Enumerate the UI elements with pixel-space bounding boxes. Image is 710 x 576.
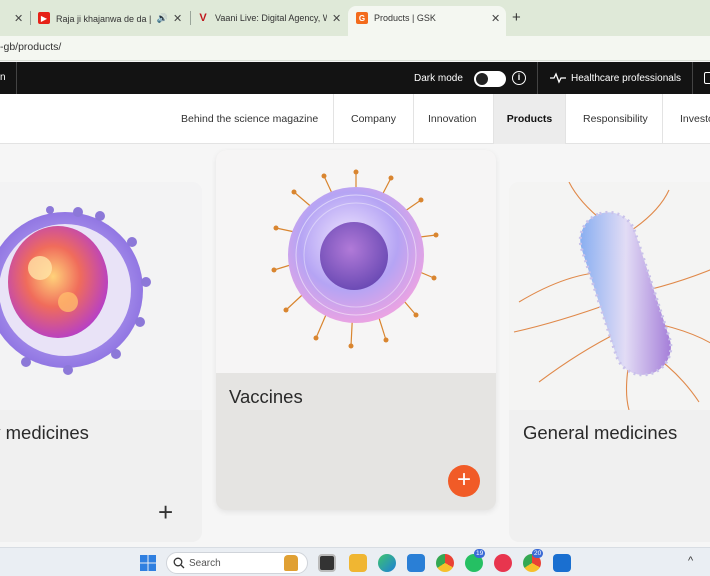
browser-tab-strip: ✕ ▶ Raja ji khajanwa de da | राज 🔊 ✕ V V… bbox=[0, 0, 710, 36]
url-text[interactable]: -gb/products/ bbox=[0, 41, 61, 53]
product-card-vaccines[interactable]: Vaccines bbox=[216, 150, 496, 510]
system-tray-chevron-icon[interactable]: ^ bbox=[688, 555, 693, 567]
tab-separator bbox=[190, 11, 191, 25]
edge-browser-icon[interactable] bbox=[378, 554, 396, 572]
outlook-icon[interactable] bbox=[553, 554, 571, 572]
os-taskbar: Search 19 20 ^ bbox=[0, 547, 710, 576]
tab-products-gsk[interactable]: G Products | GSK bbox=[356, 7, 486, 29]
info-icon[interactable]: i bbox=[512, 71, 526, 85]
cell-illustration-image bbox=[216, 150, 496, 373]
chrome-icon[interactable] bbox=[436, 554, 454, 572]
gsk-favicon-icon: G bbox=[356, 12, 368, 24]
tab-raja-ji[interactable]: ▶ Raja ji khajanwa de da | राज 🔊 bbox=[38, 7, 168, 29]
external-link-icon[interactable] bbox=[704, 72, 710, 84]
notification-badge: 19 bbox=[474, 549, 486, 558]
divider bbox=[692, 62, 693, 94]
products-carousel: cy medicines + bbox=[0, 145, 710, 547]
youtube-icon: ▶ bbox=[38, 12, 50, 24]
dark-mode-toggle[interactable] bbox=[474, 71, 506, 87]
dark-mode-label: Dark mode bbox=[414, 73, 463, 84]
utility-text-fragment[interactable]: n bbox=[0, 72, 6, 83]
pulse-icon bbox=[550, 72, 566, 84]
nav-divider bbox=[565, 94, 566, 144]
audio-icon[interactable]: 🔊 bbox=[157, 13, 168, 24]
tab-vaani-live[interactable]: V Vaani Live: Digital Agency, Web bbox=[197, 7, 327, 29]
nav-products[interactable]: Products bbox=[494, 94, 565, 144]
product-card-specialty[interactable]: cy medicines bbox=[0, 182, 202, 542]
main-navigation: Behind the science magazine Company Inno… bbox=[0, 94, 710, 144]
toggle-knob bbox=[476, 73, 488, 85]
nav-innovation[interactable]: Innovation bbox=[428, 94, 476, 144]
nav-divider bbox=[333, 94, 334, 144]
healthcare-professionals-link[interactable]: Healthcare professionals bbox=[571, 73, 681, 84]
nav-company[interactable]: Company bbox=[351, 94, 396, 144]
taskbar-search[interactable]: Search bbox=[166, 552, 308, 574]
search-highlight-icon bbox=[284, 555, 298, 571]
notification-badge: 20 bbox=[532, 549, 544, 558]
card-title: Vaccines bbox=[229, 386, 303, 407]
windows-start-icon[interactable] bbox=[140, 555, 156, 571]
new-tab-button[interactable]: + bbox=[512, 9, 521, 26]
nav-behind-the-science[interactable]: Behind the science magazine bbox=[181, 94, 318, 144]
file-explorer-icon[interactable] bbox=[349, 554, 367, 572]
virus-illustration-image bbox=[0, 182, 202, 410]
tab-title: Raja ji khajanwa de da | राज bbox=[56, 13, 153, 24]
tab-title: Vaani Live: Digital Agency, Web bbox=[215, 13, 327, 23]
nav-investors[interactable]: Investo bbox=[680, 94, 710, 144]
nav-divider bbox=[413, 94, 414, 144]
card-title: cy medicines bbox=[0, 422, 89, 443]
expand-plus-button[interactable]: + bbox=[448, 465, 480, 497]
nav-divider bbox=[662, 94, 663, 144]
vscode-icon[interactable] bbox=[407, 554, 425, 572]
card-title: General medicines bbox=[523, 422, 678, 443]
expand-plus-icon[interactable]: + bbox=[158, 497, 173, 528]
bacterium-illustration-image bbox=[509, 182, 710, 411]
tab-separator bbox=[30, 11, 31, 25]
tab-close-icon[interactable]: ✕ bbox=[14, 12, 23, 25]
site-utility-bar: n Dark mode i Healthcare professionals bbox=[0, 62, 710, 94]
tab-title: Products | GSK bbox=[374, 13, 436, 23]
divider bbox=[16, 62, 17, 94]
task-view-icon[interactable] bbox=[318, 554, 336, 572]
tab-close-icon[interactable]: ✕ bbox=[173, 12, 182, 25]
media-player-icon[interactable] bbox=[494, 554, 512, 572]
address-bar[interactable]: -gb/products/ bbox=[0, 36, 710, 61]
search-icon bbox=[173, 557, 185, 569]
vaani-logo-icon: V bbox=[199, 12, 207, 24]
product-card-general-medicines[interactable]: General medicines bbox=[509, 182, 710, 542]
tab-close-icon[interactable]: ✕ bbox=[332, 12, 341, 25]
divider bbox=[537, 62, 538, 94]
search-label: Search bbox=[189, 558, 221, 569]
tab-close-icon[interactable]: ✕ bbox=[491, 12, 500, 25]
nav-responsibility[interactable]: Responsibility bbox=[583, 94, 648, 144]
